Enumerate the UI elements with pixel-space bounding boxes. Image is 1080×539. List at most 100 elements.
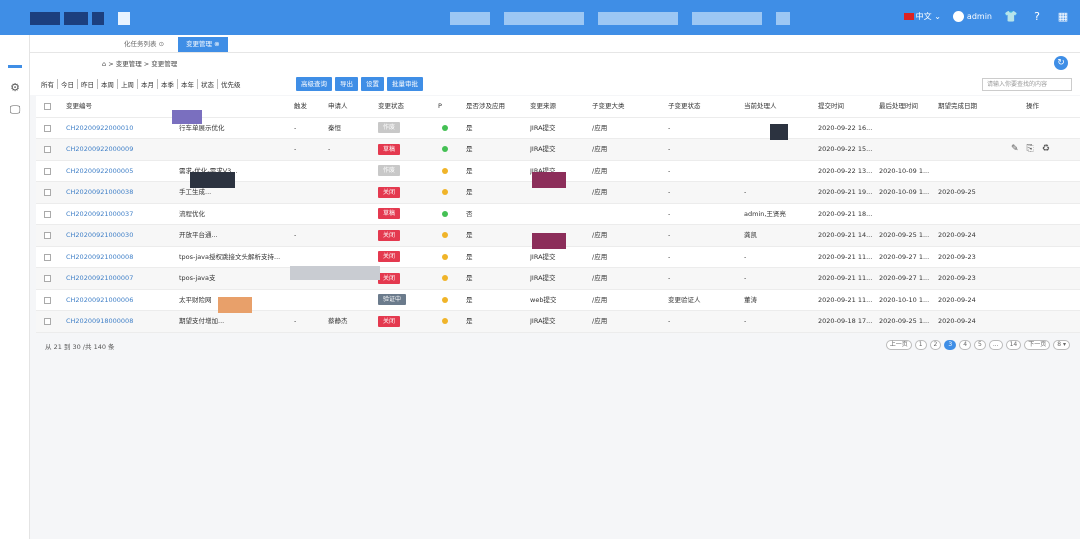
trigger-cell: - [294, 317, 297, 325]
pager-item-5[interactable]: 5 [974, 340, 986, 350]
user-menu[interactable]: admin [952, 10, 992, 22]
change-id-link[interactable]: CH20200922000010 [66, 118, 133, 139]
recycle-icon[interactable]: ♻ [1042, 144, 1050, 154]
column-header-12[interactable]: 最后处理时间 [879, 96, 918, 117]
table-row[interactable]: CH20200921000037 流程优化 草稿 否 - admin,王贤亮 2020-09… [36, 204, 1080, 225]
sidebar: ⚙ 🖵 [0, 35, 30, 539]
status-badge: 作废 [378, 122, 401, 133]
column-header-5[interactable]: P [438, 96, 442, 117]
row-checkbox[interactable] [44, 189, 51, 196]
row-checkbox[interactable] [44, 210, 51, 218]
sub-category-cell: /应用 [592, 123, 608, 132]
sub-status-cell: 变更验证人 [668, 295, 701, 304]
sub-status-cell: - [668, 209, 671, 218]
column-header-8[interactable]: 子变更大类 [592, 96, 625, 117]
tab-change-management[interactable]: 变更管理 ⊗ [178, 37, 228, 52]
column-header-6[interactable]: 是否涉及应用 [466, 96, 505, 117]
flag-icon [903, 12, 914, 20]
tab-bar: 化任务列表 ⊙ 变更管理 ⊗ [30, 35, 1080, 53]
priority-cell [442, 118, 448, 139]
pager-item-3[interactable]: 3 [944, 340, 957, 350]
change-id-link[interactable]: CH20200922000009 [66, 139, 133, 160]
source-cell: JIRA提交 [530, 145, 556, 153]
filter-3[interactable]: 本周 [98, 79, 118, 89]
row-checkbox[interactable] [44, 296, 51, 304]
change-id-link[interactable]: CH20200921000006 [66, 290, 133, 311]
filter-2[interactable]: 昨日 [78, 79, 98, 89]
filter-1[interactable]: 今日 [58, 79, 78, 89]
toolbar-button-1[interactable]: 导出 [335, 77, 358, 91]
expected-date-cell: 2020-09-23 [938, 252, 976, 261]
filter-4[interactable]: 上周 [118, 79, 138, 89]
row-checkbox[interactable] [44, 232, 51, 239]
column-header-14[interactable]: 操作 [1026, 96, 1039, 117]
table-row[interactable]: CH20200921000006 太平财险网 验证中 是 web提交/应用 变更验证人 董涛… [36, 290, 1080, 311]
column-header-4[interactable]: 变更状态 [378, 96, 404, 117]
filter-7[interactable]: 本年 [178, 79, 198, 89]
pager-item-6[interactable]: ... [988, 340, 1003, 350]
settings-icon[interactable]: ⚙ [8, 81, 22, 95]
change-id-link[interactable]: CH20200921000038 [66, 182, 133, 203]
column-header-11[interactable]: 提交时间 [818, 96, 844, 117]
status-cell: 草稿 [378, 204, 401, 225]
sub-status-cell: - [668, 274, 671, 282]
status-cell: 作废 [378, 118, 401, 139]
column-header-0[interactable]: 变更编号 [66, 96, 92, 117]
toolbar-button-0[interactable]: 高级查询 [296, 77, 332, 91]
column-header-13[interactable]: 期望完成日期 [938, 96, 977, 117]
column-header-2[interactable]: 触发 [294, 96, 307, 117]
table-row[interactable]: CH20200921000007 tpos-java支 关闭 是 JIRA提交/应用 - -… [36, 268, 1080, 290]
column-header-3[interactable]: 申请人 [328, 96, 348, 117]
row-checkbox[interactable] [44, 275, 51, 282]
toolbar-button-3[interactable]: 批量审批 [387, 77, 423, 91]
language-switcher[interactable]: 中文 ⌄ [903, 11, 941, 22]
row-checkbox[interactable] [44, 146, 51, 153]
table-row[interactable]: CH20200921000008 tpos-java授权跳接文头解析支持... 关闭… [36, 247, 1080, 268]
shirt-icon[interactable]: 👕 [1004, 9, 1018, 23]
filter-6[interactable]: 本季 [158, 79, 178, 89]
row-checkbox[interactable] [44, 253, 51, 261]
row-checkbox[interactable] [44, 124, 51, 132]
pager-item-0[interactable]: 上一页 [885, 340, 912, 350]
copy-icon[interactable]: ⎘ [1027, 144, 1034, 154]
row-checkbox[interactable] [44, 167, 51, 175]
column-header-7[interactable]: 变更来源 [530, 96, 556, 117]
top-menu[interactable] [450, 12, 790, 25]
table-row[interactable]: CH20200922000009 - - 草稿 是 JIRA提交/应用 - 2020-09-2… [36, 139, 1080, 161]
change-id-link[interactable]: CH20200922000005 [66, 161, 133, 182]
expected-date-cell: 2020-09-25 [938, 188, 976, 196]
pager-item-7[interactable]: 14 [1005, 340, 1022, 350]
pager-item-8[interactable]: 下一页 [1024, 340, 1051, 350]
filter-8[interactable]: 状态 [198, 79, 218, 89]
help-icon[interactable]: ? [1030, 9, 1044, 23]
submit-time-cell: 2020-09-21 11... [818, 274, 873, 282]
edit-icon[interactable]: ✎ [1011, 144, 1019, 154]
row-checkbox[interactable] [44, 318, 51, 325]
submit-time-cell: 2020-09-21 11... [818, 252, 873, 261]
change-id-link[interactable]: CH20200921000007 [66, 268, 133, 289]
select-all-checkbox[interactable] [44, 103, 51, 110]
toolbar-button-2[interactable]: 设置 [361, 77, 384, 91]
column-header-10[interactable]: 当前处理人 [744, 96, 777, 117]
column-header-9[interactable]: 子变更状态 [668, 96, 701, 117]
table-row[interactable]: CH20200918000008 期望支付增加... - 蔡静杰 关闭 是 JIRA提交/应… [36, 311, 1080, 333]
filter-5[interactable]: 本月 [138, 79, 158, 89]
search-input[interactable]: 请输入你要查找的内容 [982, 78, 1072, 91]
pager-item-4[interactable]: 4 [959, 340, 972, 350]
change-id-link[interactable]: CH20200921000008 [66, 247, 133, 268]
filter-9[interactable]: 优先级 [218, 79, 244, 89]
priority-dot [442, 253, 448, 260]
change-id-link[interactable]: CH20200921000030 [66, 225, 133, 246]
pager-item-2[interactable]: 2 [929, 340, 942, 350]
refresh-icon[interactable]: ↻ [1054, 56, 1068, 70]
tab-task-list[interactable]: 化任务列表 ⊙ [116, 37, 172, 52]
handler-cell: 董涛 [744, 295, 757, 304]
page-size-select[interactable]: 8 ▾ [1053, 340, 1070, 350]
monitor-icon[interactable]: 🖵 [8, 103, 22, 117]
status-cell: 作废 [378, 161, 401, 182]
pager-item-1[interactable]: 1 [914, 340, 927, 350]
change-id-link[interactable]: CH20200918000008 [66, 311, 133, 332]
grid-icon[interactable]: ▦ [1056, 9, 1070, 23]
change-id-link[interactable]: CH20200921000037 [66, 204, 133, 225]
filter-0[interactable]: 所有 [38, 79, 58, 89]
